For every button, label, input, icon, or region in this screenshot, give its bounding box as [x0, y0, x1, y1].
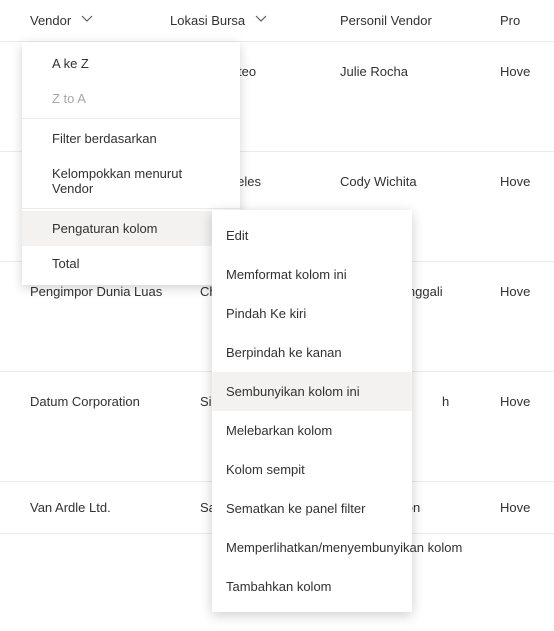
menu-divider: [22, 208, 240, 209]
cell-personil: Cody Wichita: [340, 174, 500, 189]
menu-item-label: Pengaturan kolom: [52, 221, 158, 236]
menu-item-filter-by[interactable]: Filter berdasarkan: [22, 121, 240, 156]
column-header-pro[interactable]: Pro: [500, 13, 554, 28]
submenu-item-narrow-column[interactable]: Kolom sempit: [212, 450, 412, 489]
column-header-lokasi[interactable]: Lokasi Bursa: [170, 13, 340, 28]
column-header-lokasi-label: Lokasi Bursa: [170, 13, 245, 28]
cell-pro: Hove: [500, 284, 554, 299]
menu-item-sort-za[interactable]: Z to A: [22, 81, 240, 116]
menu-item-label: Z to A: [52, 91, 86, 106]
submenu-item-show-hide-columns[interactable]: Memperlihatkan/menyembunyikan kolom: [212, 528, 412, 567]
cell-pro: Hove: [500, 64, 554, 79]
column-header-vendor-label: Vendor: [30, 13, 71, 28]
cell-pro: Hove: [500, 394, 554, 409]
menu-item-label: Kelompokkan menurut Vendor: [52, 166, 226, 196]
submenu-item-format-column[interactable]: Memformat kolom ini: [212, 255, 412, 294]
submenu-item-move-left[interactable]: Pindah Ke kiri: [212, 294, 412, 333]
cell-personil: Julie Rocha: [340, 64, 500, 79]
column-header-vendor[interactable]: Vendor: [0, 13, 170, 28]
menu-item-label: Filter berdasarkan: [52, 131, 157, 146]
menu-item-sort-az[interactable]: A ke Z: [22, 46, 240, 81]
cell-pro: Hove: [500, 500, 554, 515]
menu-item-column-settings[interactable]: Pengaturan kolom: [22, 211, 240, 246]
chevron-down-icon: [81, 13, 93, 28]
cell-vendor: Van Ardle Ltd.: [0, 500, 170, 515]
submenu-item-hide-column[interactable]: Sembunyikan kolom ini: [212, 372, 412, 411]
submenu-item-move-right[interactable]: Berpindah ke kanan: [212, 333, 412, 372]
submenu-item-add-column[interactable]: Tambahkan kolom: [212, 567, 412, 606]
submenu-item-edit[interactable]: Edit: [212, 216, 412, 255]
column-header-pro-label: Pro: [500, 13, 520, 28]
cell-vendor: Datum Corporation: [0, 394, 170, 409]
column-header-row: Vendor Lokasi Bursa Personil Vendor Pro: [0, 0, 554, 42]
submenu-item-widen-column[interactable]: Melebarkan kolom: [212, 411, 412, 450]
cell-vendor: Pengimpor Dunia Luas: [0, 284, 170, 299]
column-settings-submenu: Edit Memformat kolom ini Pindah Ke kiri …: [212, 210, 412, 612]
column-header-personil[interactable]: Personil Vendor: [340, 13, 500, 28]
menu-item-group-by-vendor[interactable]: Kelompokkan menurut Vendor: [22, 156, 240, 206]
menu-item-label: Total: [52, 256, 79, 271]
menu-divider: [22, 118, 240, 119]
chevron-down-icon: [255, 13, 267, 28]
menu-item-total[interactable]: Total: [22, 246, 240, 281]
menu-item-label: A ke Z: [52, 56, 89, 71]
cell-pro: Hove: [500, 174, 554, 189]
column-header-personil-label: Personil Vendor: [340, 13, 432, 28]
column-context-menu: A ke Z Z to A Filter berdasarkan Kelompo…: [22, 42, 240, 285]
submenu-item-pin-to-filter[interactable]: Sematkan ke panel filter: [212, 489, 412, 528]
